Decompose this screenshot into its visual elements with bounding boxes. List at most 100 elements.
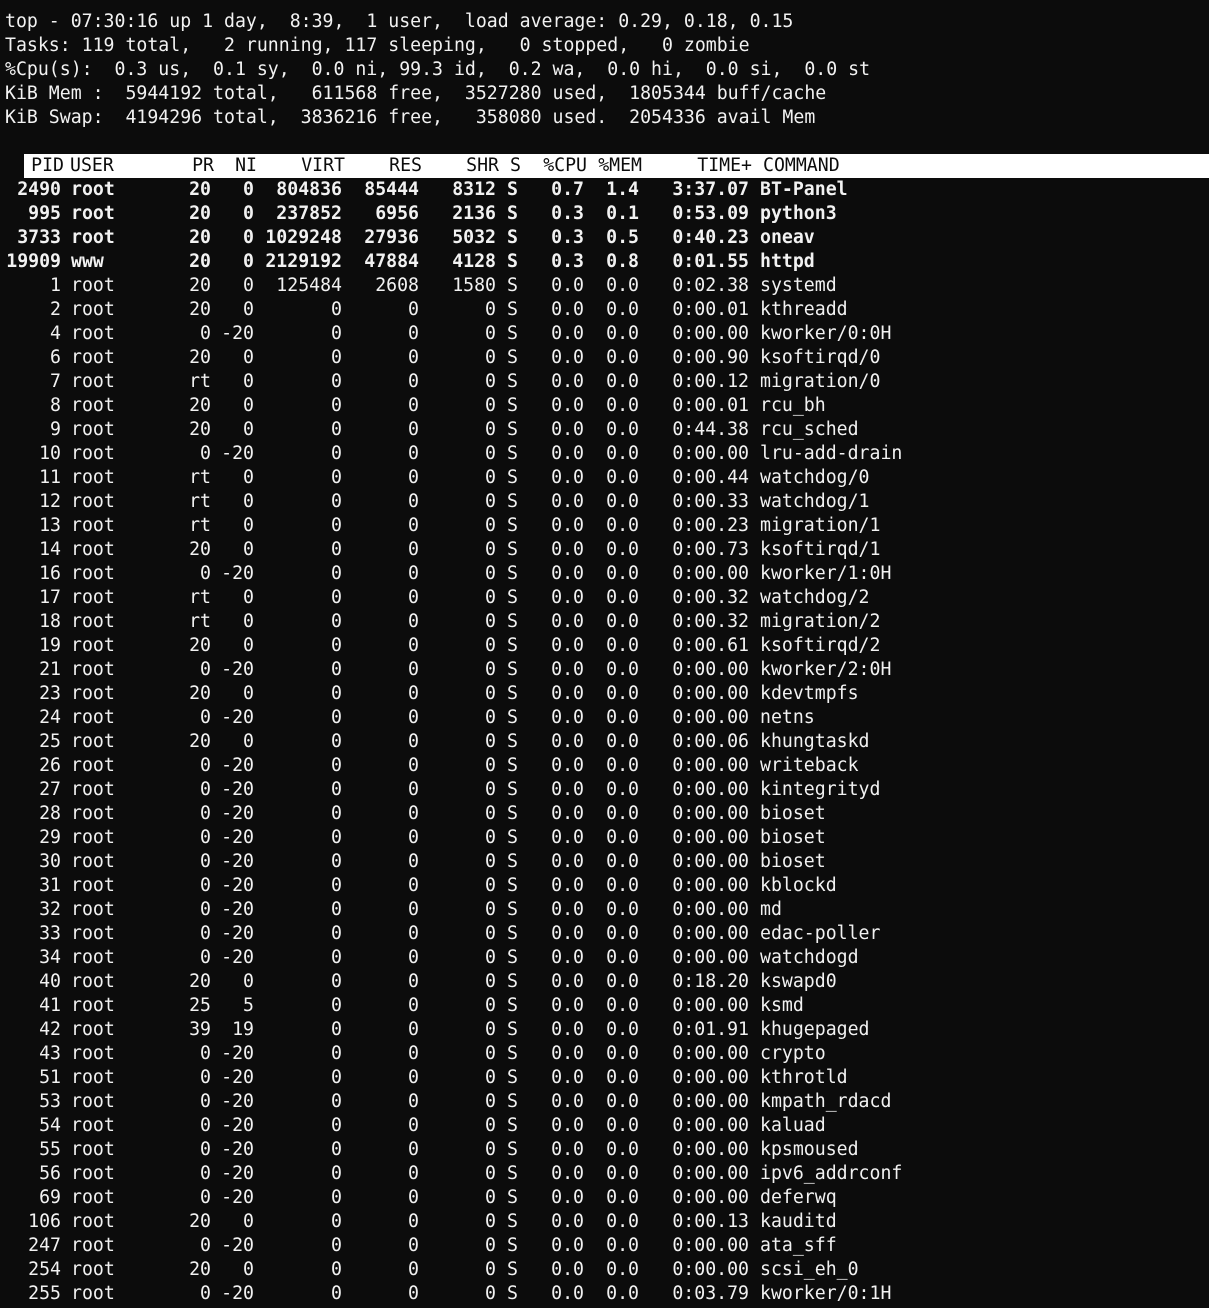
command-cell: kblockd (760, 875, 837, 896)
ni-cell: 0 (243, 491, 254, 512)
user-cell: root (71, 707, 115, 728)
pid-cell: 28 (39, 803, 61, 824)
terminal-window[interactable]: top - 07:30:16 up 1 day, 8:39, 1 user, l… (0, 0, 1209, 1308)
user-cell: root (71, 299, 115, 320)
time-cell: 0:00.00 (672, 659, 749, 680)
pid-cell: 2490 (17, 179, 61, 200)
res-cell: 0 (408, 731, 419, 752)
table-row: 16 root 0 -20 0 0 0 S 0.0 0.0 0:00.00 kworker/1:0H (0, 562, 1209, 586)
command-cell: kintegrityd (760, 779, 881, 800)
command-cell: kaluad (760, 1115, 826, 1136)
cpu-cell: 0.0 (551, 1019, 584, 1040)
ni-cell: -20 (221, 443, 254, 464)
shr-cell: 0 (485, 659, 496, 680)
res-cell: 0 (408, 443, 419, 464)
cpu-cell: 0.0 (551, 491, 584, 512)
res-cell: 0 (408, 947, 419, 968)
state-cell: S (507, 251, 518, 272)
ni-cell: 0 (243, 587, 254, 608)
mem-cell: 0.0 (606, 803, 639, 824)
time-cell: 0:03.79 (672, 1283, 749, 1304)
time-cell: 0:00.33 (672, 491, 749, 512)
virt-cell: 0 (331, 923, 342, 944)
ni-cell: -20 (221, 1115, 254, 1136)
user-cell: root (71, 1139, 115, 1160)
pid-cell: 3733 (17, 227, 61, 248)
pr-cell: 20 (189, 1259, 211, 1280)
state-cell: S (507, 1259, 518, 1280)
mem-cell: 0.0 (606, 1091, 639, 1112)
command-cell: migration/0 (760, 371, 881, 392)
res-cell: 0 (408, 1187, 419, 1208)
res-cell: 0 (408, 371, 419, 392)
state-cell: S (507, 971, 518, 992)
pr-cell: 20 (189, 395, 211, 416)
mem-cell: 0.0 (606, 755, 639, 776)
state-cell: S (507, 1187, 518, 1208)
table-row: 255 root 0 -20 0 0 0 S 0.0 0.0 0:03.79 kworker/0:1H (0, 1282, 1209, 1306)
res-cell: 0 (408, 635, 419, 656)
user-cell: root (71, 875, 115, 896)
user-cell: root (71, 443, 115, 464)
ni-cell: 5 (243, 995, 254, 1016)
pid-cell: 30 (39, 851, 61, 872)
cpu-cell: 0.0 (551, 1235, 584, 1256)
ni-cell: 0 (243, 635, 254, 656)
virt-cell: 0 (331, 635, 342, 656)
ni-cell: -20 (221, 1139, 254, 1160)
pr-cell: 0 (200, 923, 211, 944)
time-cell: 0:00.00 (672, 779, 749, 800)
res-cell: 0 (408, 803, 419, 824)
pr-cell: 0 (200, 1091, 211, 1112)
command-cell: khungtaskd (760, 731, 870, 752)
virt-cell: 0 (331, 707, 342, 728)
pr-cell: 20 (189, 419, 211, 440)
pr-cell: 0 (200, 899, 211, 920)
pr-cell: 20 (189, 683, 211, 704)
virt-cell: 0 (331, 563, 342, 584)
state-cell: S (507, 899, 518, 920)
shr-cell: 4128 (452, 251, 496, 272)
pr-cell: 20 (189, 251, 211, 272)
user-cell: root (71, 203, 115, 224)
res-cell: 0 (408, 515, 419, 536)
cpu-cell: 0.0 (551, 611, 584, 632)
ni-cell: -20 (221, 803, 254, 824)
cpu-cell: 0.0 (551, 443, 584, 464)
res-cell: 0 (408, 491, 419, 512)
shr-cell: 0 (485, 683, 496, 704)
shr-cell: 0 (485, 1115, 496, 1136)
pr-cell: 20 (189, 347, 211, 368)
ni-cell: 0 (243, 275, 254, 296)
pid-cell: 12 (39, 491, 61, 512)
cpu-cell: 0.0 (551, 419, 584, 440)
swap-line: KiB Swap: 4194296 total, 3836216 free, 3… (5, 107, 816, 128)
command-cell: ksmd (760, 995, 804, 1016)
pid-cell: 2 (50, 299, 61, 320)
virt-cell: 0 (331, 875, 342, 896)
mem-cell: 0.0 (606, 779, 639, 800)
pr-cell: rt (189, 587, 211, 608)
command-cell: kauditd (760, 1211, 837, 1232)
ni-cell: -20 (221, 1043, 254, 1064)
state-cell: S (507, 539, 518, 560)
ni-cell: 0 (243, 179, 254, 200)
col-time: TIME+ (697, 155, 752, 176)
state-cell: S (507, 371, 518, 392)
state-cell: S (507, 1235, 518, 1256)
uptime-line: top - 07:30:16 up 1 day, 8:39, 1 user, l… (5, 11, 794, 32)
time-cell: 0:00.00 (672, 875, 749, 896)
virt-cell: 0 (331, 1187, 342, 1208)
command-cell: kswapd0 (760, 971, 837, 992)
user-cell: root (71, 1115, 115, 1136)
cpu-cell: 0.0 (551, 683, 584, 704)
pid-cell: 7 (50, 371, 61, 392)
pid-cell: 8 (50, 395, 61, 416)
mem-cell: 0.0 (606, 1019, 639, 1040)
shr-cell: 0 (485, 875, 496, 896)
user-cell: root (71, 1211, 115, 1232)
shr-cell: 0 (485, 515, 496, 536)
virt-cell: 0 (331, 323, 342, 344)
virt-cell: 0 (331, 1019, 342, 1040)
